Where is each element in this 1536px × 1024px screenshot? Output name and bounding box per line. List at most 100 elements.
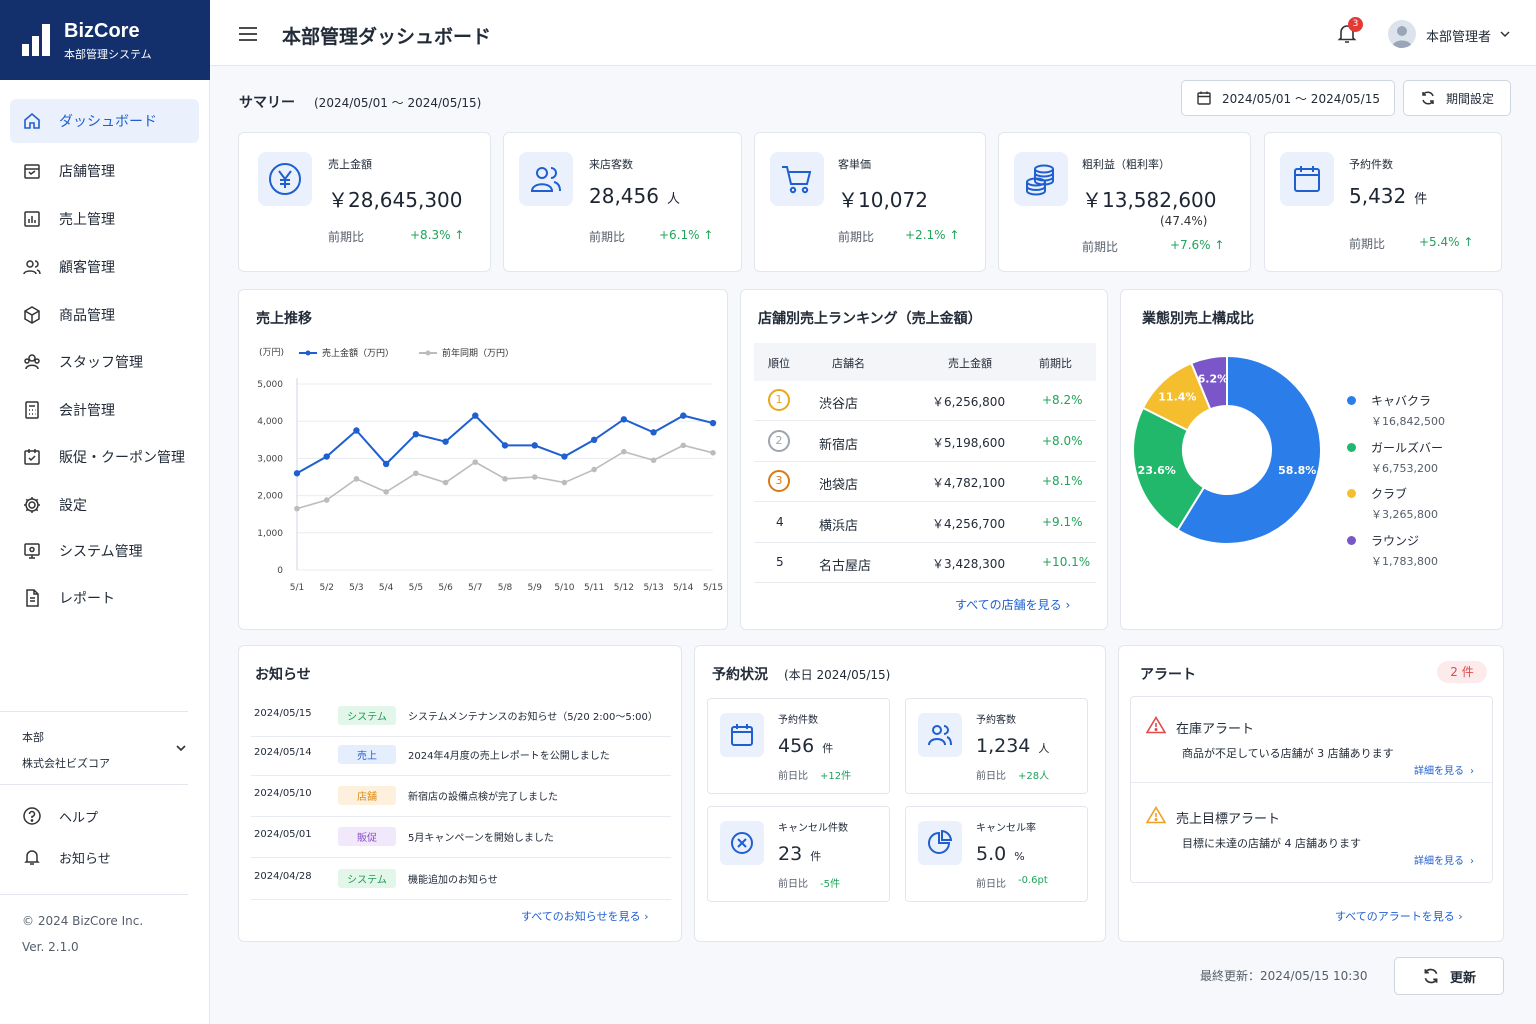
data-point xyxy=(680,442,687,449)
store-name: 横浜店 xyxy=(819,518,859,534)
help-link[interactable]: ヘルプ xyxy=(22,806,98,826)
view-all-alerts-link[interactable]: すべてのアラートを見る › xyxy=(1335,908,1463,924)
news-tag: 売上 xyxy=(338,745,396,764)
arrow-up-icon: ↑ xyxy=(1463,235,1474,249)
pie-slice-label: 11.4% xyxy=(1158,390,1196,403)
sidebar-item-label: 販促・クーポン管理 xyxy=(59,450,185,466)
legend-amount: ￥16,842,500 xyxy=(1371,415,1445,428)
x-tick-label: 5/10 xyxy=(554,583,574,593)
store-name: 名古屋店 xyxy=(819,559,872,574)
data-point xyxy=(561,453,568,460)
avatar[interactable] xyxy=(1388,20,1416,48)
ranking-row[interactable]: 3 池袋店 ￥4,782,100 +8.1% xyxy=(754,462,1096,502)
y-tick-label: 4,000 xyxy=(257,417,283,427)
divider xyxy=(0,894,188,895)
sidebar-item-promotion[interactable]: 販促・クーポン管理 xyxy=(10,435,199,479)
alert-detail-link[interactable]: 詳細を見る › xyxy=(1414,852,1474,867)
kpi-value: 28,456 人 xyxy=(589,184,680,208)
period-settings-button[interactable]: 期間設定 xyxy=(1403,80,1511,116)
refresh-button[interactable]: 更新 xyxy=(1394,957,1504,995)
rank-number: 5 xyxy=(776,555,784,569)
kpi-change: +2.1% ↑ xyxy=(905,228,960,242)
sidebar-item-sales[interactable]: 売上管理 xyxy=(10,197,199,241)
sidebar-item-customers[interactable]: 顧客管理 xyxy=(10,245,199,289)
sidebar-item-label: 売上管理 xyxy=(59,212,115,228)
alert-title: 売上目標アラート xyxy=(1176,812,1281,827)
sidebar-item-system[interactable]: システム管理 xyxy=(10,529,199,573)
reservation-title: 予約状況 xyxy=(712,667,768,683)
ranking-row[interactable]: 2 新宿店 ￥5,198,600 +8.0% xyxy=(754,422,1096,462)
org-label: 本部 xyxy=(22,731,44,744)
users-icon xyxy=(519,152,573,206)
ranking-row[interactable]: 5 名古屋店 ￥3,428,300 +10.1% xyxy=(754,543,1096,583)
kpi-label: 客単価 xyxy=(838,158,871,171)
news-item[interactable]: 2024/05/14 売上 2024年4月度の売上レポートを公開しました xyxy=(251,736,671,776)
sidebar-item-label: ダッシュボード xyxy=(59,114,157,130)
sidebar-item-label: システム管理 xyxy=(59,544,143,560)
sidebar-item-accounting[interactable]: 会計管理 xyxy=(10,388,199,432)
calendar-icon xyxy=(1197,91,1211,105)
x-tick-label: 5/5 xyxy=(409,583,423,593)
news-text: 機能追加のお知らせ xyxy=(408,875,498,886)
kpi-change: +8.3% ↑ xyxy=(410,228,465,242)
news-tag-label: システム xyxy=(338,706,396,725)
rank-medal-icon: 1 xyxy=(768,389,790,411)
store-change: +8.0% xyxy=(1042,433,1083,448)
brand-header[interactable]: BizCore 本部管理システム xyxy=(0,0,210,80)
data-point xyxy=(442,479,449,486)
sidebar-item-reports[interactable]: レポート xyxy=(10,576,199,620)
ranking-header-store: 店舗名 xyxy=(832,357,865,370)
sidebar-item-staff[interactable]: スタッフ管理 xyxy=(10,340,199,384)
date-range-button[interactable]: 2024/05/01 〜 2024/05/15 xyxy=(1181,80,1395,116)
notice-link[interactable]: お知らせ xyxy=(22,847,111,867)
sidebar-item-label: 商品管理 xyxy=(59,308,115,324)
alert-detail-link[interactable]: 詳細を見る › xyxy=(1414,762,1474,777)
reservation-delta: +28人 xyxy=(1018,771,1050,782)
data-point xyxy=(650,457,657,464)
sidebar-item-label: レポート xyxy=(59,591,115,607)
yen-icon xyxy=(258,152,312,206)
sidebar-item-products[interactable]: 商品管理 xyxy=(10,293,199,337)
legend-dot xyxy=(1347,396,1356,405)
x-tick-label: 5/14 xyxy=(673,583,693,593)
user-avatar-icon xyxy=(1392,26,1412,48)
help-icon xyxy=(23,807,41,825)
menu-icon[interactable] xyxy=(238,26,258,42)
notification-button[interactable]: 3 xyxy=(1336,17,1363,46)
view-all-news-link[interactable]: すべてのお知らせを見る › xyxy=(521,908,648,924)
data-point xyxy=(383,489,389,495)
data-point xyxy=(591,466,597,473)
news-date: 2024/05/15 xyxy=(254,708,312,719)
box-icon xyxy=(24,306,40,324)
reservation-delta: -0.6pt xyxy=(1018,875,1048,886)
reservation-stat-value: 1,234 人 xyxy=(976,735,1050,757)
org-company: 株式会社ビズコア xyxy=(22,757,110,770)
news-item[interactable]: 2024/04/28 システム 機能追加のお知らせ xyxy=(251,860,671,900)
news-item[interactable]: 2024/05/15 システム システムメンテナンスのお知らせ（5/20 2:00〜… xyxy=(251,697,671,737)
data-point xyxy=(323,453,330,460)
ranking-row[interactable]: 1 渋谷店 ￥6,256,800 +8.2% xyxy=(754,381,1096,421)
alert-title: 在庫アラート xyxy=(1176,722,1255,737)
store-ranking-card: 店舗別売上ランキング（売上金額） 順位 店舗名 売上金額 前期比 すべての店舗を… xyxy=(740,289,1108,630)
ranking-row[interactable]: 4 横浜店 ￥4,256,700 +9.1% xyxy=(754,503,1096,543)
sidebar-item-dashboard[interactable]: ダッシュボード xyxy=(10,99,199,143)
legend-label: クラブ xyxy=(1371,487,1408,501)
y-axis-label: (万円) xyxy=(259,347,284,358)
x-tick-label: 5/4 xyxy=(379,583,394,593)
user-name[interactable]: 本部管理者 xyxy=(1426,26,1491,45)
view-all-stores-link[interactable]: すべての店舗を見る › xyxy=(955,596,1070,613)
x-tick-label: 5/1 xyxy=(290,583,304,593)
news-item[interactable]: 2024/05/10 店舗 新宿店の設備点検が完了しました xyxy=(251,777,671,817)
chevron-down-icon[interactable] xyxy=(1500,30,1510,38)
news-title: お知らせ xyxy=(255,667,311,683)
store-amount: ￥6,256,800 xyxy=(932,395,1006,409)
x-tick-label: 5/9 xyxy=(527,583,542,593)
kpi-prev-label: 前期比 xyxy=(328,230,365,244)
ranking-header-amount: 売上金額 xyxy=(948,357,992,370)
sidebar-item-settings[interactable]: 設定 xyxy=(10,483,199,527)
gear-icon xyxy=(24,497,40,513)
chevron-down-icon[interactable] xyxy=(175,743,187,753)
news-item[interactable]: 2024/05/01 販促 5月キャンペーンを開始しました xyxy=(251,818,671,858)
news-text: 5月キャンペーンを開始しました xyxy=(408,833,554,844)
sidebar-item-stores[interactable]: 店舗管理 xyxy=(10,149,199,193)
